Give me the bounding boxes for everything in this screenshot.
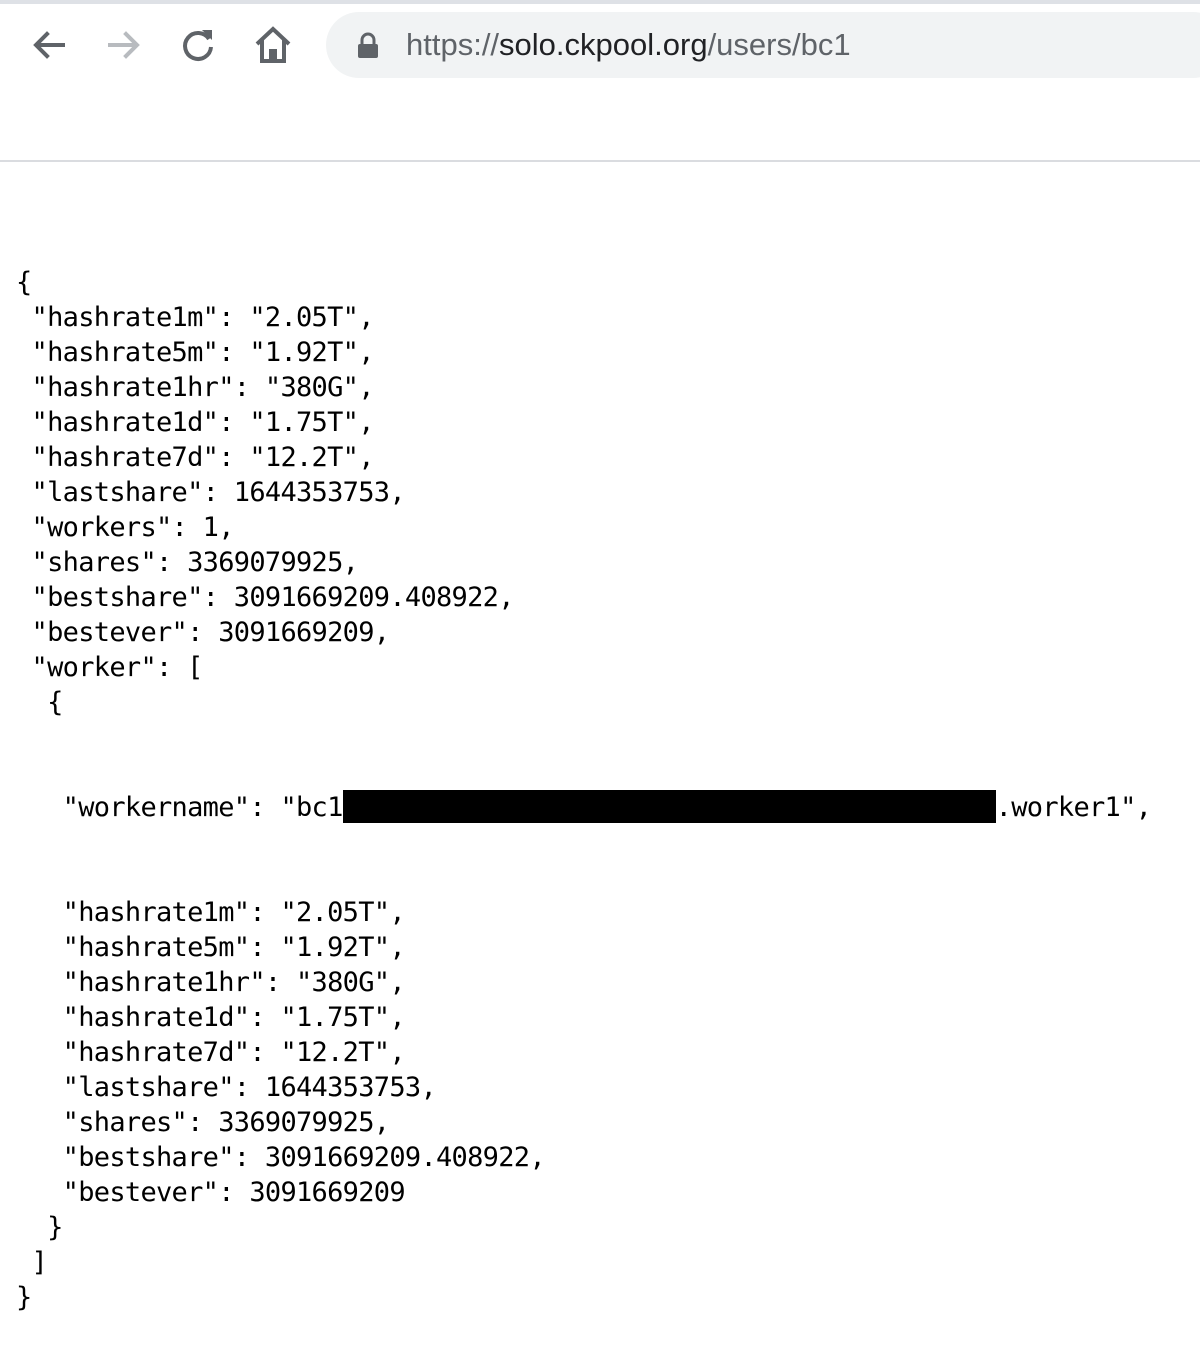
json-line: "lastshare": 1644353753,: [16, 477, 406, 508]
back-arrow-icon: [33, 31, 65, 59]
json-line: "hashrate7d": "12.2T",: [16, 1037, 406, 1068]
json-line: "bestshare": 3091669209.408922,: [16, 582, 515, 613]
home-icon: [255, 26, 291, 63]
json-viewer: { "hashrate1m": "2.05T", "hashrate5m": "…: [16, 195, 1152, 1350]
browser-toolbar: https://solo.ckpool.org/users/bc1: [0, 0, 1200, 92]
json-line: "bestever": 3091669209: [16, 1177, 406, 1208]
json-line: "hashrate1m": "2.05T",: [16, 302, 375, 333]
json-line: {: [16, 267, 32, 298]
workername-suffix: .worker1",: [995, 792, 1152, 823]
forward-arrow-icon: [108, 31, 140, 59]
json-line: "hashrate7d": "12.2T",: [16, 442, 375, 473]
json-line: }: [16, 1282, 32, 1313]
json-line: "hashrate1hr": "380G",: [16, 372, 375, 403]
back-button[interactable]: [24, 20, 74, 70]
reload-icon: [183, 30, 213, 61]
url-path: /users/bc1: [707, 27, 851, 62]
home-button[interactable]: [248, 20, 298, 70]
json-line: "lastshare": 1644353753,: [16, 1072, 437, 1103]
json-line: }: [16, 1212, 63, 1243]
json-line: "workers": 1,: [16, 512, 235, 543]
json-block-bottom: "hashrate1m": "2.05T", "hashrate5m": "1.…: [16, 895, 1151, 1315]
json-line: "shares": 3369079925,: [16, 1107, 390, 1138]
url-text[interactable]: https://solo.ckpool.org/users/bc1: [406, 25, 851, 65]
json-line: {: [16, 687, 63, 718]
forward-button[interactable]: [99, 20, 149, 70]
lock-icon: [358, 32, 378, 58]
json-block-top: { "hashrate1m": "2.05T", "hashrate5m": "…: [16, 265, 1151, 720]
json-line: "bestever": 3091669209,: [16, 617, 390, 648]
tab-strip-edge: [0, 0, 1200, 4]
json-line: "worker": [: [16, 652, 204, 683]
json-line: "hashrate5m": "1.92T",: [16, 337, 375, 368]
json-line: "hashrate1d": "1.75T",: [16, 1002, 406, 1033]
url-scheme: https://: [406, 27, 500, 62]
json-line: "hashrate1m": "2.05T",: [16, 897, 406, 928]
json-line: "hashrate1hr": "380G",: [16, 967, 406, 998]
json-line: "hashrate1d": "1.75T",: [16, 407, 375, 438]
json-line: "bestshare": 3091669209.408922,: [16, 1142, 546, 1173]
reload-button[interactable]: [173, 20, 223, 70]
json-line-workername: "workername": "bc1 .worker1",: [16, 790, 1152, 825]
url-host: solo.ckpool.org: [499, 27, 708, 62]
toolbar-divider: [0, 160, 1200, 162]
workername-prefix: "workername": "bc1: [16, 792, 344, 823]
json-line: "hashrate5m": "1.92T",: [16, 932, 406, 963]
json-line: ]: [16, 1247, 48, 1278]
address-bar[interactable]: https://solo.ckpool.org/users/bc1: [326, 12, 1200, 78]
redaction-box: [342, 790, 996, 823]
json-line: "shares": 3369079925,: [16, 547, 359, 578]
